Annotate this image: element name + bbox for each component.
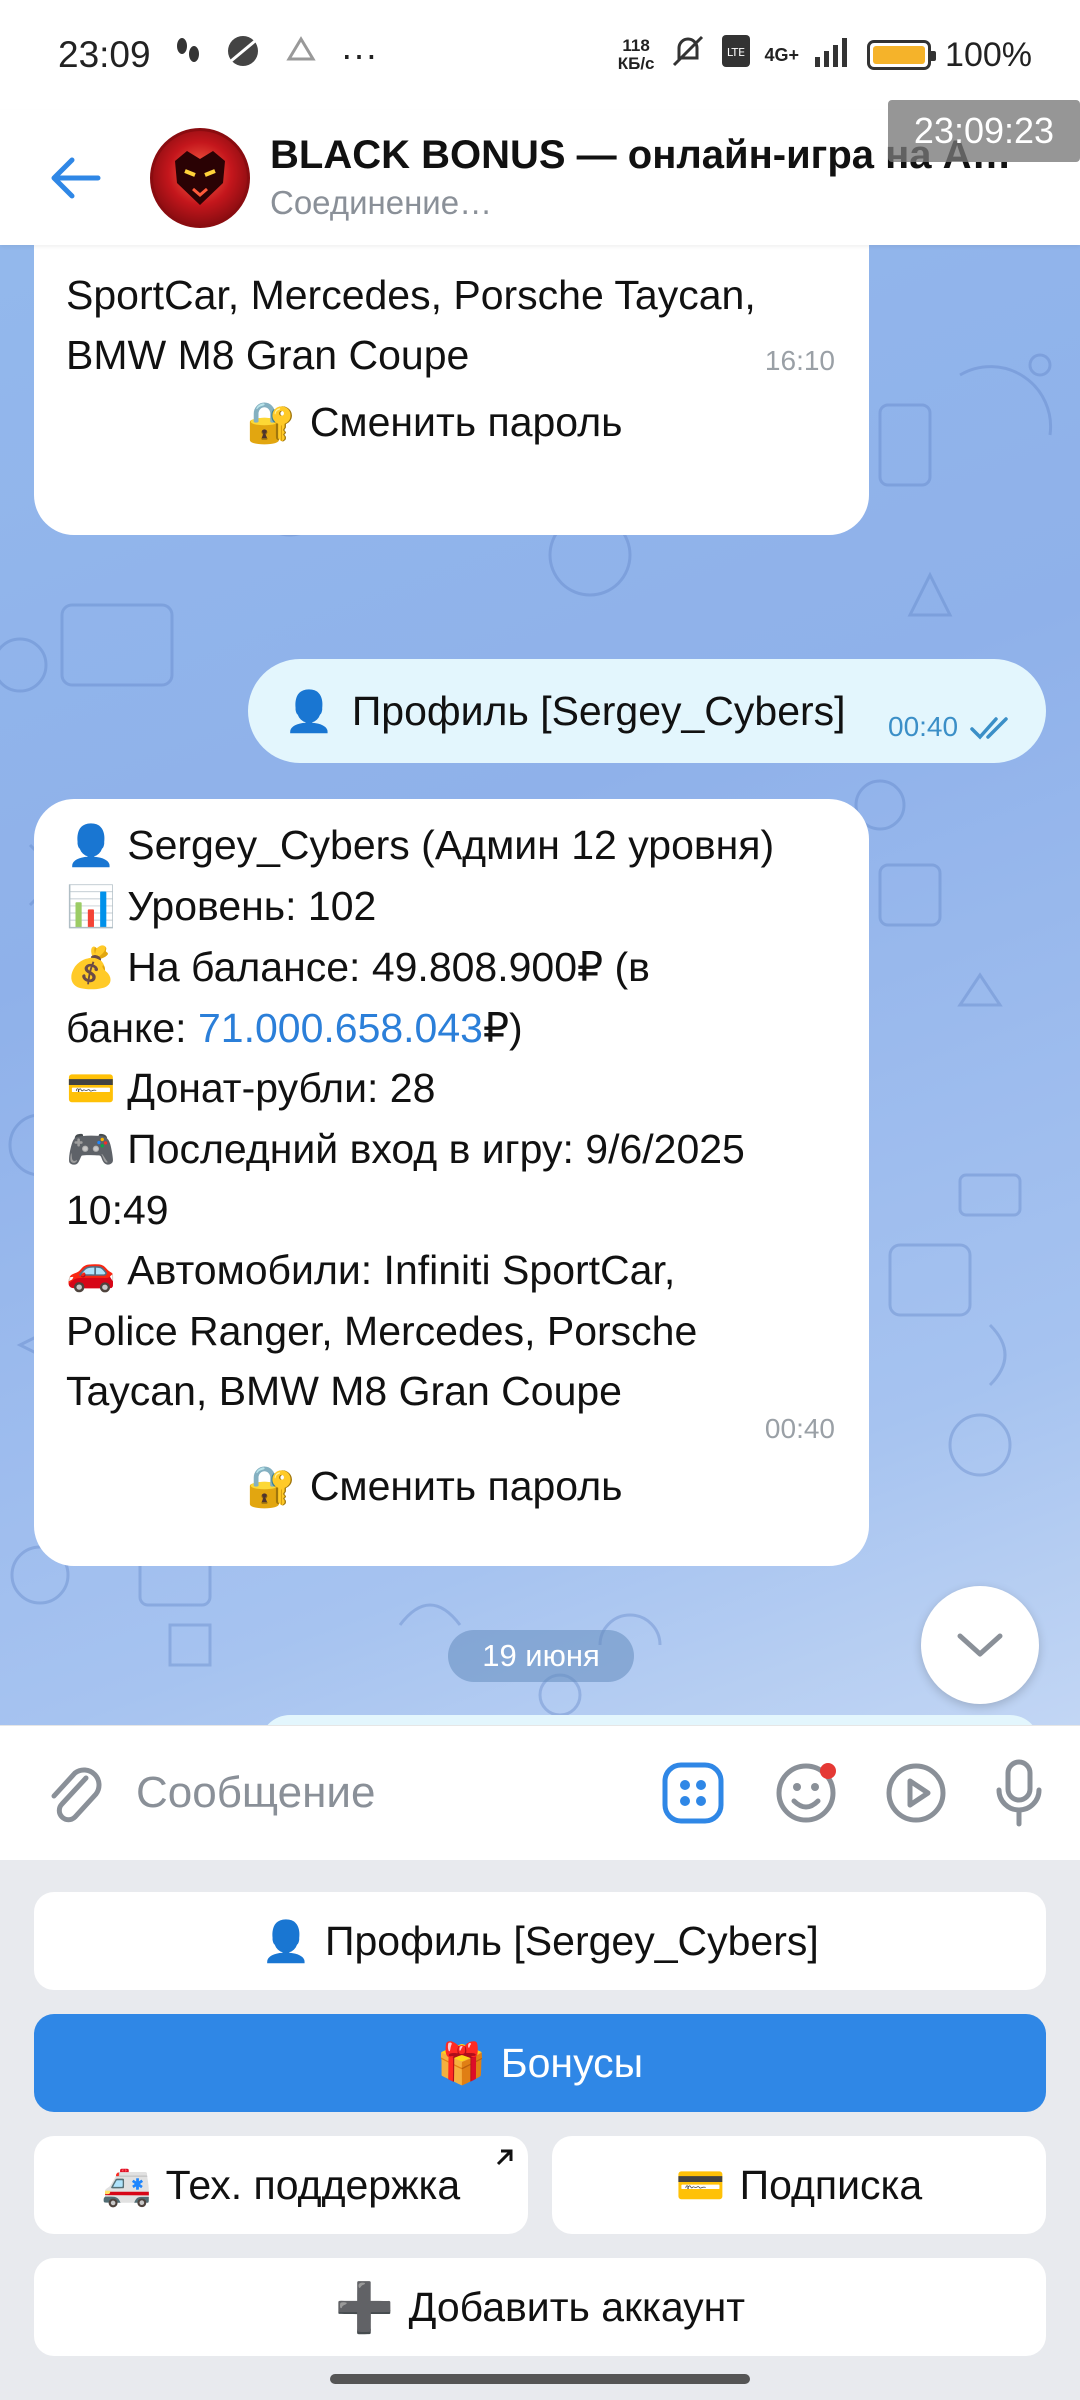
incoming-message[interactable]: SportCar, Mercedes, Porsche Taycan, BMW …: [34, 245, 869, 535]
back-button[interactable]: [0, 156, 150, 200]
video-message-button[interactable]: [884, 1761, 948, 1825]
car-icon: 🚗: [66, 1248, 116, 1294]
voice-message-button[interactable]: [994, 1758, 1044, 1828]
profile-last-login-row: 🎮 Последний вход в игру: 9/6/2025: [66, 1126, 745, 1173]
steps-icon: [173, 34, 203, 77]
user-silhouette-icon: 👤: [284, 688, 334, 735]
subscription-button[interactable]: 💳 Подписка: [552, 2136, 1046, 2234]
profile-button[interactable]: 👤 Профиль [Sergey_Cybers]: [34, 1892, 1046, 1990]
next-message-edge: [260, 1715, 1040, 1725]
tiger-logo-icon: [175, 150, 225, 205]
vpn-icon: [225, 33, 261, 78]
profile-name-row: 👤 Sergey_Cybers (Админ 12 уровня): [66, 822, 775, 869]
gesture-nav-bar[interactable]: [330, 2374, 750, 2384]
battery-percent: 100%: [945, 35, 1032, 74]
money-bag-icon: 💰: [66, 945, 116, 991]
battery-icon: [867, 40, 937, 70]
smile-icon: [776, 1763, 836, 1823]
arrow-left-icon: [51, 157, 101, 198]
bot-keyboard: 👤 Профиль [Sergey_Cybers] 🎁 Бонусы 🚑 Тех…: [0, 1860, 1080, 2400]
profile-donate-row: 💳 Донат-рубли: 28: [66, 1065, 436, 1112]
ambulance-icon: 🚑: [101, 2162, 152, 2209]
profile-bank-row: банке: 71.000.658.043₽): [66, 1005, 523, 1051]
user-silhouette-icon: 👤: [66, 823, 116, 869]
gamepad-icon: 🎮: [66, 1127, 116, 1173]
message-time: 00:40: [764, 1413, 835, 1444]
keyboard-grid-icon: [662, 1762, 724, 1824]
bot-keyboard-button[interactable]: [662, 1762, 724, 1824]
profile-cars-line: Police Ranger, Mercedes, Porsche: [66, 1308, 698, 1354]
profile-balance-row: 💰 На балансе: 49.808.900₽ (в: [66, 944, 650, 991]
support-button[interactable]: 🚑 Тех. поддержка: [34, 2136, 528, 2234]
outgoing-message[interactable]: 👤 Профиль [Sergey_Cybers] 00:40: [248, 659, 1046, 763]
profile-cars-row: 🚗 Автомобили: Infiniti SportCar,: [66, 1247, 676, 1294]
message-line: SportCar, Mercedes, Porsche Taycan,: [66, 272, 756, 318]
play-circle-icon: [886, 1763, 946, 1823]
status-bar: 23:09 ··· 118 КБ/с LTE 4G+ 100%: [0, 0, 1080, 110]
outgoing-text: Профиль [Sergey_Cybers]: [351, 687, 846, 734]
svg-text:LTE: LTE: [726, 46, 744, 59]
plus-icon: ➕: [334, 2281, 395, 2335]
chat-status: Соединение…: [270, 184, 493, 221]
change-password-button[interactable]: 🔐 Сменить пароль: [246, 1463, 622, 1510]
more-notifications-icon: ···: [340, 34, 378, 75]
credit-card-icon: 💳: [66, 1066, 116, 1112]
chat-area[interactable]: SportCar, Mercedes, Porsche Taycan, BMW …: [0, 245, 1080, 1725]
lock-key-icon: 🔐: [246, 400, 296, 446]
date-separator: 19 июня: [448, 1630, 634, 1682]
microphone-icon: [996, 1759, 1042, 1827]
network-speed: 118 КБ/с: [617, 36, 655, 73]
add-account-button[interactable]: ➕ Добавить аккаунт: [34, 2258, 1046, 2356]
double-check-icon: [970, 717, 1008, 740]
chevron-down-icon: [957, 1633, 1003, 1657]
outgoing-time: 00:40: [888, 711, 959, 742]
credit-card-icon: 💳: [675, 2162, 726, 2209]
external-link-icon: [496, 2149, 513, 2166]
mute-icon: [669, 32, 707, 79]
profile-last-login-time: 10:49: [66, 1187, 169, 1233]
change-password-button[interactable]: 🔐 Сменить пароль: [246, 399, 622, 446]
volte-icon: LTE: [721, 34, 751, 77]
gift-icon: 🎁: [436, 2040, 487, 2087]
app-notification-icon: [283, 33, 319, 78]
emoji-button[interactable]: [774, 1761, 838, 1825]
bonuses-button[interactable]: 🎁 Бонусы: [34, 2014, 1046, 2112]
message-time: 16:10: [764, 345, 835, 376]
bank-amount-link[interactable]: 71.000.658.043: [198, 1005, 483, 1051]
bar-chart-icon: 📊: [66, 884, 116, 930]
scroll-down-button[interactable]: [921, 1586, 1039, 1704]
chat-avatar[interactable]: [150, 127, 250, 228]
status-time: 23:09: [58, 34, 151, 75]
user-silhouette-icon: 👤: [261, 1918, 312, 1965]
message-input[interactable]: Сообщение: [136, 1768, 662, 1818]
profile-message[interactable]: 👤 Sergey_Cybers (Админ 12 уровня) 📊 Уров…: [34, 799, 869, 1566]
attach-button[interactable]: [44, 1758, 104, 1828]
clock-overlay: 23:09:23: [888, 100, 1080, 162]
paperclip-icon: [51, 1767, 102, 1823]
profile-cars-line: Taycan, BMW M8 Gran Coupe: [66, 1368, 622, 1414]
network-type: 4G+: [764, 44, 800, 65]
message-line: BMW M8 Gran Coupe: [66, 332, 470, 378]
signal-icon: [813, 35, 853, 76]
message-input-bar: Сообщение: [0, 1725, 1080, 1860]
profile-level-row: 📊 Уровень: 102: [66, 883, 377, 930]
lock-key-icon: 🔐: [246, 1464, 296, 1510]
